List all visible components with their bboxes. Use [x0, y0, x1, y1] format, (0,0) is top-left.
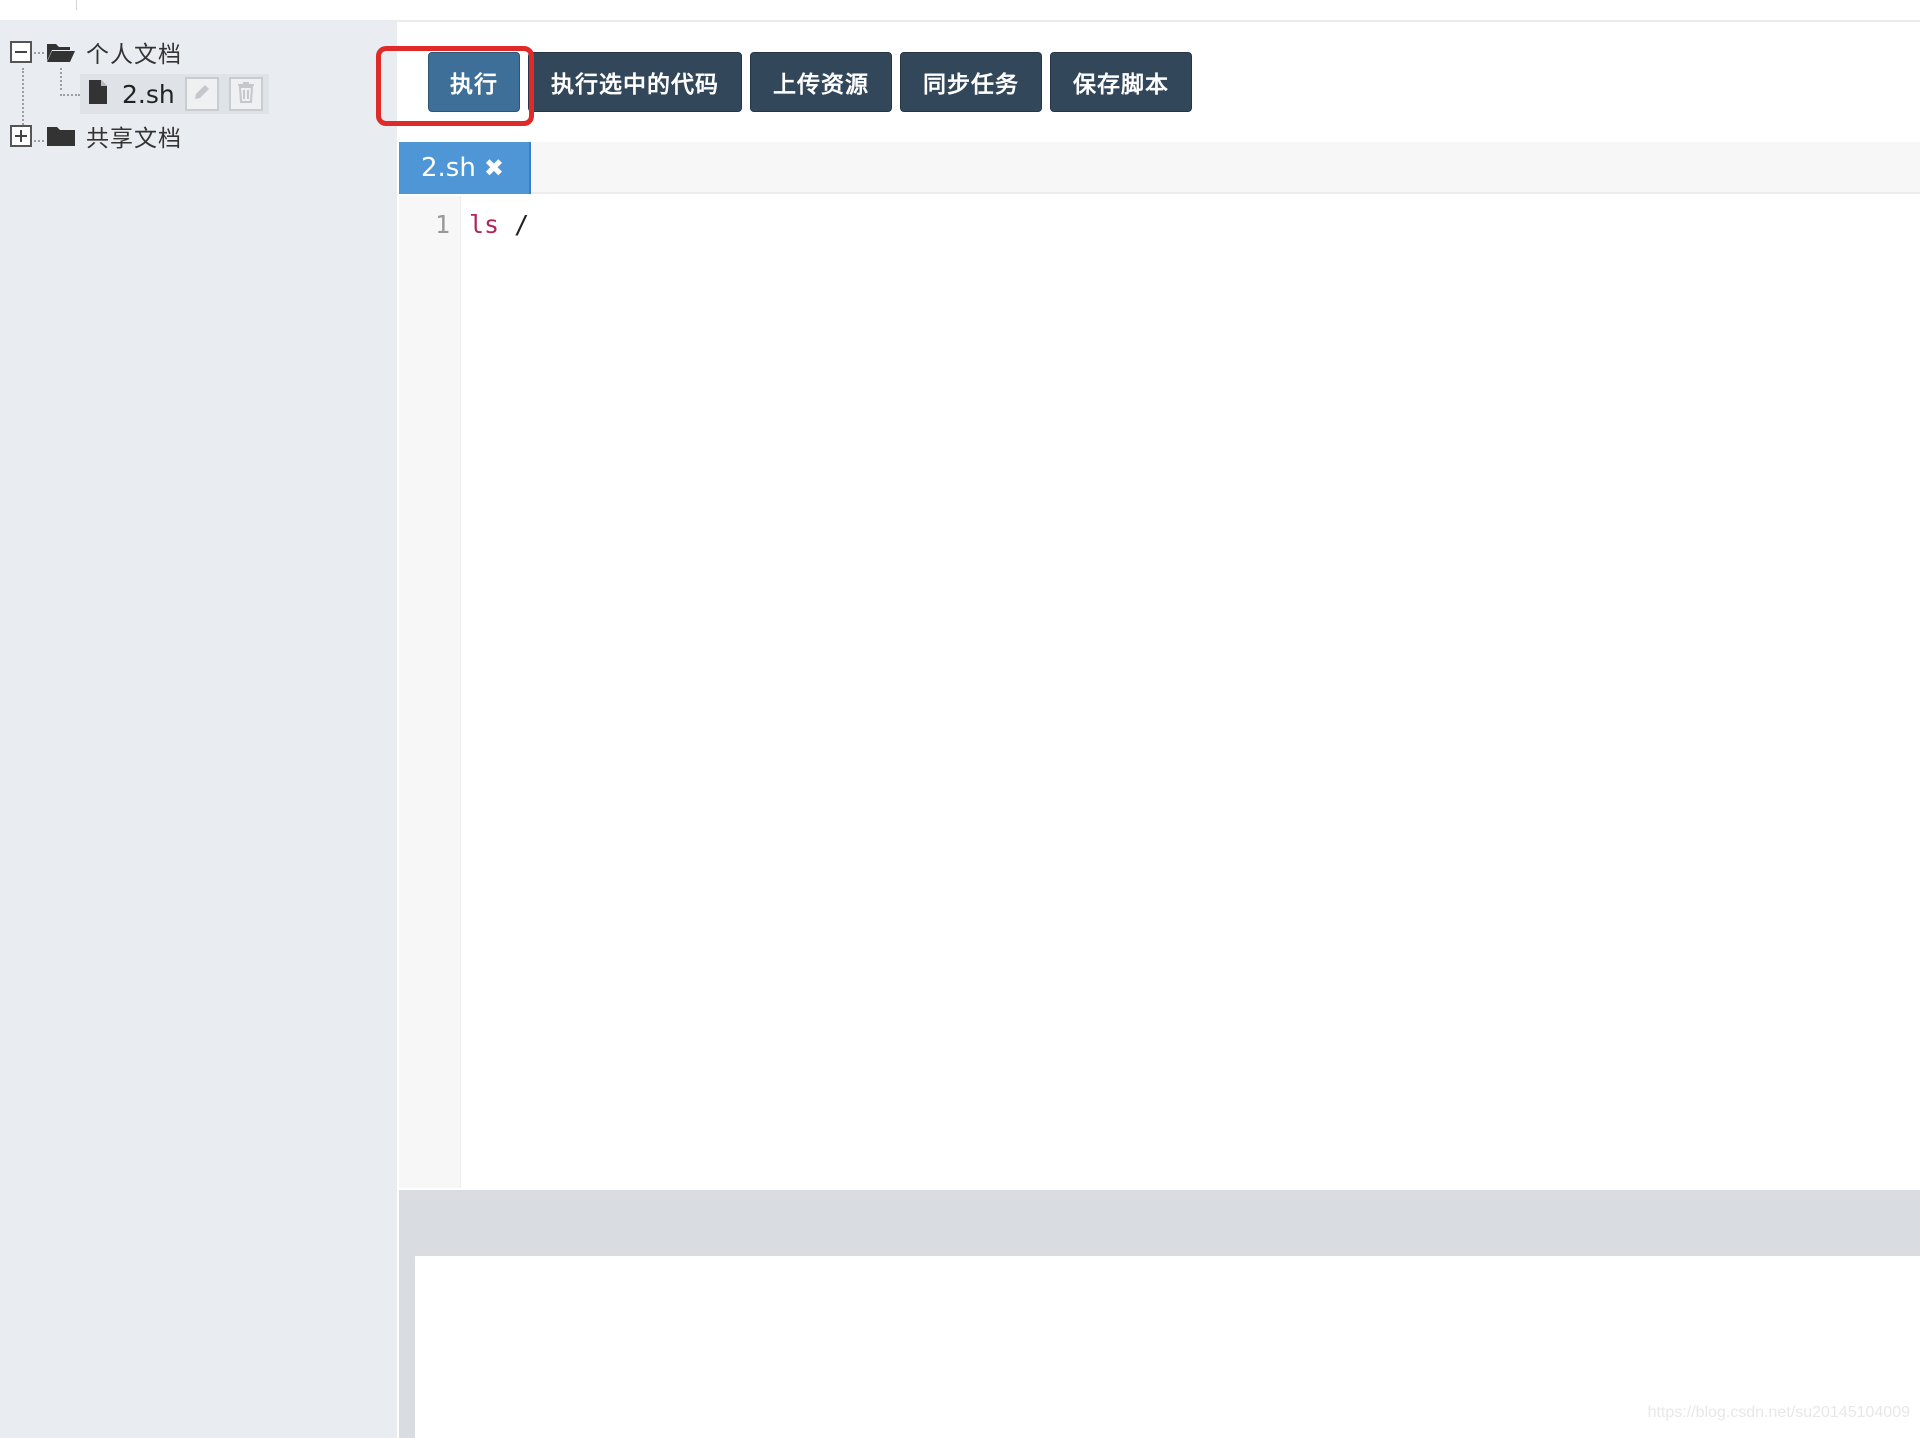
- folder-icon: [46, 125, 76, 147]
- top-bar: [0, 0, 1920, 22]
- tree-file-item[interactable]: 2.sh: [80, 74, 269, 114]
- sync-task-button[interactable]: 同步任务: [900, 52, 1042, 112]
- save-script-button[interactable]: 保存脚本: [1050, 52, 1192, 112]
- rename-button[interactable]: [184, 77, 219, 111]
- code-line[interactable]: ls /: [469, 210, 529, 239]
- editor-toolbar: 执行 执行选中的代码 上传资源 同步任务 保存脚本: [428, 52, 1192, 112]
- expand-icon[interactable]: [10, 125, 32, 147]
- watermark: https://blog.csdn.net/su20145104009: [1647, 1404, 1910, 1421]
- tree-connector: [60, 68, 62, 90]
- file-tree-sidebar: 个人文档 2.sh 共享文档: [0, 22, 397, 1438]
- code-text: /: [499, 210, 530, 239]
- code-keyword: ls: [469, 210, 500, 239]
- tree-folder-personal[interactable]: 个人文档: [10, 34, 182, 70]
- close-icon[interactable]: ✖: [484, 154, 504, 182]
- delete-button[interactable]: [228, 77, 263, 111]
- collapse-icon[interactable]: [10, 41, 32, 63]
- top-divider: [76, 0, 77, 10]
- code-editor[interactable]: 1 ls /: [399, 196, 1920, 1188]
- line-number-gutter: 1: [399, 196, 461, 1188]
- line-number: 1: [434, 210, 450, 239]
- file-icon: [88, 79, 108, 109]
- panel-splitter[interactable]: [399, 1190, 1920, 1256]
- highlight-annotation: [376, 46, 534, 126]
- tree-connector: [60, 94, 80, 96]
- tree-folder-shared[interactable]: 共享文档: [10, 118, 182, 154]
- tab-2-sh[interactable]: 2.sh ✖: [399, 142, 531, 194]
- editor-tabbar: 2.sh ✖: [399, 142, 1920, 194]
- pencil-icon: [192, 82, 212, 106]
- file-name[interactable]: 2.sh: [122, 80, 175, 109]
- folder-label[interactable]: 共享文档: [86, 119, 182, 153]
- trash-icon: [236, 81, 256, 107]
- tab-label[interactable]: 2.sh: [421, 153, 476, 183]
- folder-open-icon: [46, 41, 76, 63]
- upload-resource-button[interactable]: 上传资源: [750, 52, 892, 112]
- folder-label[interactable]: 个人文档: [86, 35, 182, 69]
- execute-selected-button[interactable]: 执行选中的代码: [528, 52, 742, 112]
